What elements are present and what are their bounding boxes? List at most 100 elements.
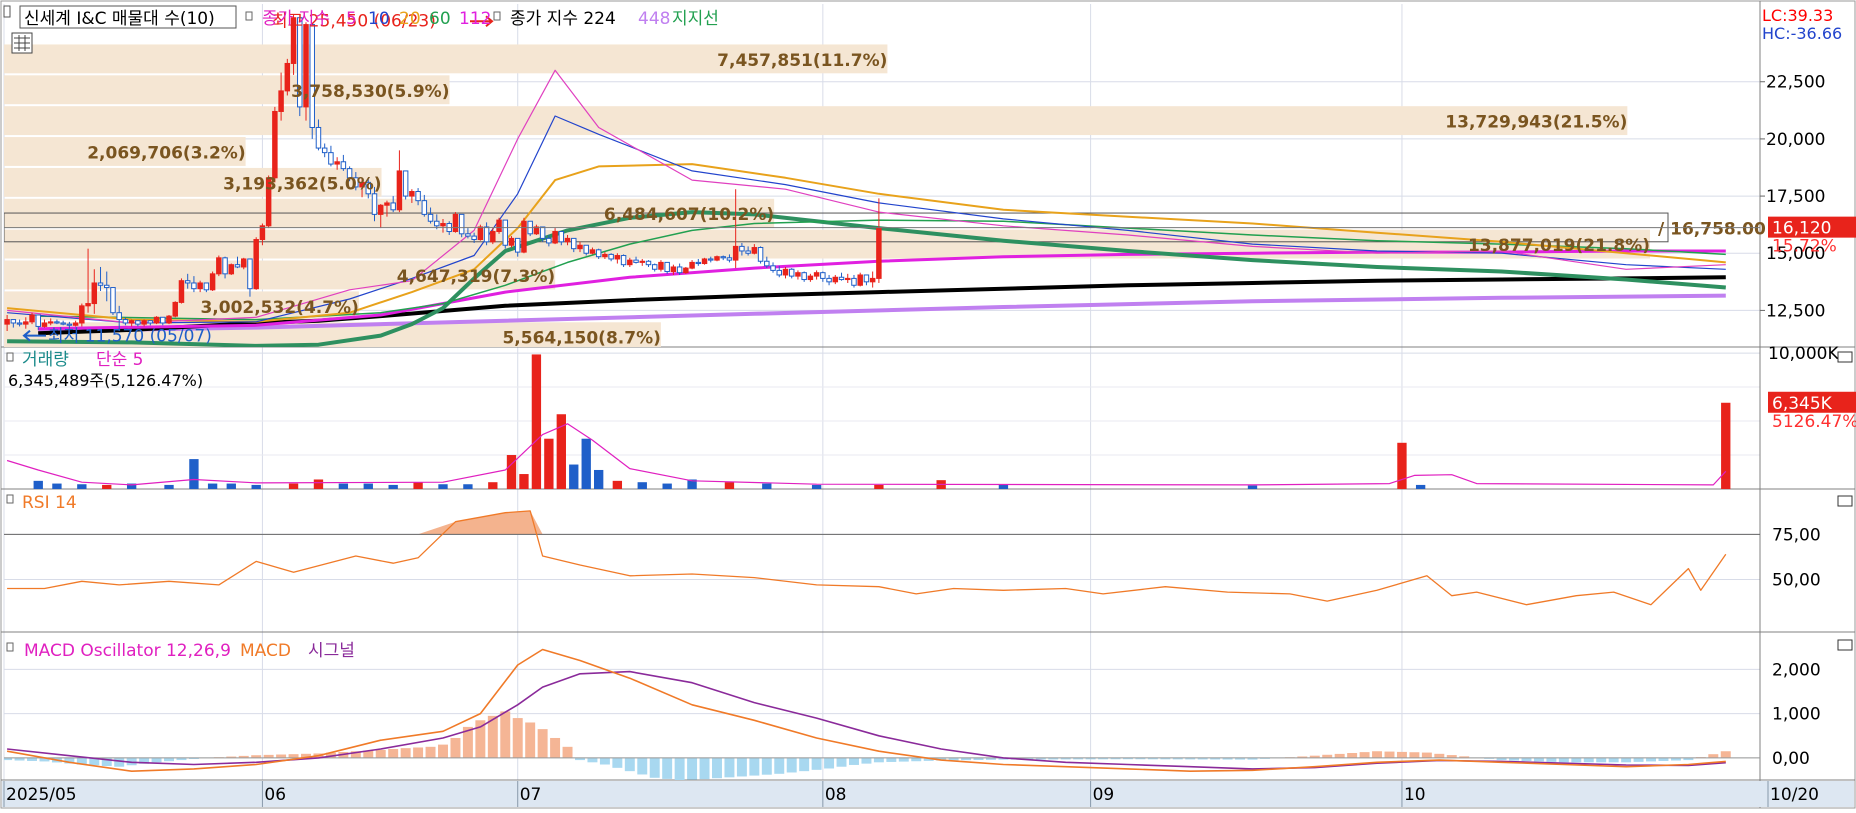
candle-body	[11, 320, 15, 323]
candle-body	[24, 322, 28, 324]
volume-profile-label: 13,877,019(21.8%)	[1468, 236, 1650, 256]
rsi-pane-close[interactable]	[1838, 496, 1852, 506]
x-axis-label: 07	[520, 785, 542, 805]
macd-osc-bar	[426, 747, 436, 758]
volume-bar	[1397, 443, 1406, 489]
volume-pane-close[interactable]	[1838, 352, 1852, 362]
candle-body	[435, 221, 439, 226]
candle-body	[241, 259, 245, 267]
candle-body	[814, 273, 818, 276]
candle-body	[684, 268, 688, 273]
macd-osc-bar	[600, 758, 610, 765]
macd-tick-label: 1,000	[1772, 705, 1821, 725]
macd-osc-bar	[700, 758, 710, 779]
volume-bar	[252, 485, 261, 489]
candle-body	[329, 153, 333, 164]
macd-osc-bar	[625, 758, 635, 771]
volume-bar	[874, 485, 883, 489]
macd-osc-bar	[1621, 758, 1631, 762]
candle-body	[428, 214, 432, 221]
volume-bar	[762, 484, 771, 489]
legend-ma5: 5	[346, 9, 357, 29]
candle-body	[111, 288, 115, 313]
candle-body	[154, 317, 158, 323]
candle-body	[690, 262, 694, 268]
macd-osc-bar	[874, 758, 884, 762]
candle-body	[416, 192, 420, 201]
macd-legend-box[interactable]	[7, 643, 13, 651]
macd-osc-bar	[1584, 758, 1594, 762]
volume-bar	[1721, 403, 1730, 489]
legend-toggle-box[interactable]	[4, 6, 10, 17]
candle-body	[80, 306, 84, 323]
macd-osc-bar	[687, 758, 697, 780]
macd-osc-bar	[849, 758, 859, 765]
macd-osc-bar	[724, 758, 734, 777]
legend-ma10: 10	[368, 9, 390, 29]
macd-pane-close[interactable]	[1838, 640, 1852, 650]
stock-chart[interactable]: 7,457,851(11.7%)3,758,530(5.9%)13,729,94…	[0, 0, 1856, 809]
legend-ma112: 112	[459, 9, 491, 29]
candle-body	[179, 281, 183, 303]
x-axis-label: 08	[825, 785, 847, 805]
legend-ma224-box[interactable]	[494, 12, 500, 20]
candle-body	[671, 267, 675, 272]
candle-body	[808, 276, 812, 279]
macd-osc-bar	[1634, 758, 1644, 762]
candle-body	[310, 25, 314, 128]
macd-osc-bar	[550, 738, 560, 758]
volume-bar	[77, 484, 86, 489]
volume-bar	[1248, 486, 1257, 489]
volume-bar	[1416, 485, 1425, 489]
macd-osc-bar	[1409, 752, 1419, 758]
candle-body	[129, 321, 133, 323]
macd-osc-bar	[1571, 758, 1581, 762]
volume-bar	[389, 485, 398, 489]
x-axis-label: 10	[1404, 785, 1426, 805]
macd-osc-bar	[513, 718, 523, 758]
chart-svg[interactable]: 7,457,851(11.7%)3,758,530(5.9%)13,729,94…	[0, 0, 1856, 809]
macd-osc-bar	[737, 758, 747, 777]
candle-body	[852, 278, 856, 285]
candle-body	[540, 227, 544, 238]
candle-body	[173, 302, 177, 316]
macd-osc-bar	[899, 758, 909, 762]
candle-body	[372, 194, 376, 215]
candle-body	[48, 322, 52, 323]
volume-legend-box[interactable]	[7, 353, 13, 361]
macd-osc-bar	[799, 758, 809, 771]
macd-osc-bar	[413, 747, 423, 757]
candle-body	[553, 232, 557, 243]
candle-body	[148, 321, 152, 323]
macd-osc-bar	[1385, 752, 1395, 758]
candle-body	[397, 171, 401, 210]
macd-osc-bar	[1596, 758, 1606, 762]
price-tick-label: 20,000	[1766, 130, 1825, 150]
candle-body	[603, 254, 607, 256]
candle-body	[453, 214, 457, 231]
rsi-legend-box[interactable]	[7, 495, 13, 503]
candle-body	[98, 283, 102, 285]
macd-osc-bar	[1434, 754, 1444, 758]
macd-osc-bar	[749, 758, 759, 776]
legend-ma-prefix: 종가 지수	[262, 9, 330, 29]
macd-osc-bar	[563, 747, 573, 758]
macd-osc-bar	[152, 758, 162, 762]
volume-bar	[208, 484, 217, 489]
candle-body	[385, 203, 389, 205]
macd-osc-legend: MACD Oscillator 12,26,9	[24, 641, 231, 661]
candle-body	[609, 254, 613, 259]
volume-bar	[189, 459, 198, 489]
legend-ma-box[interactable]	[246, 12, 252, 20]
candle-body	[709, 259, 713, 260]
candle-body	[789, 269, 793, 276]
candle-body	[765, 261, 769, 266]
volume-bar	[339, 484, 348, 489]
candle-body	[391, 203, 395, 210]
candle-body	[665, 262, 669, 271]
current-change-label: 15.72%	[1772, 237, 1837, 257]
candle-body	[621, 256, 625, 265]
volume-bar	[52, 484, 61, 489]
legend-support: 지지선	[672, 9, 719, 29]
volume-bar	[594, 470, 603, 489]
